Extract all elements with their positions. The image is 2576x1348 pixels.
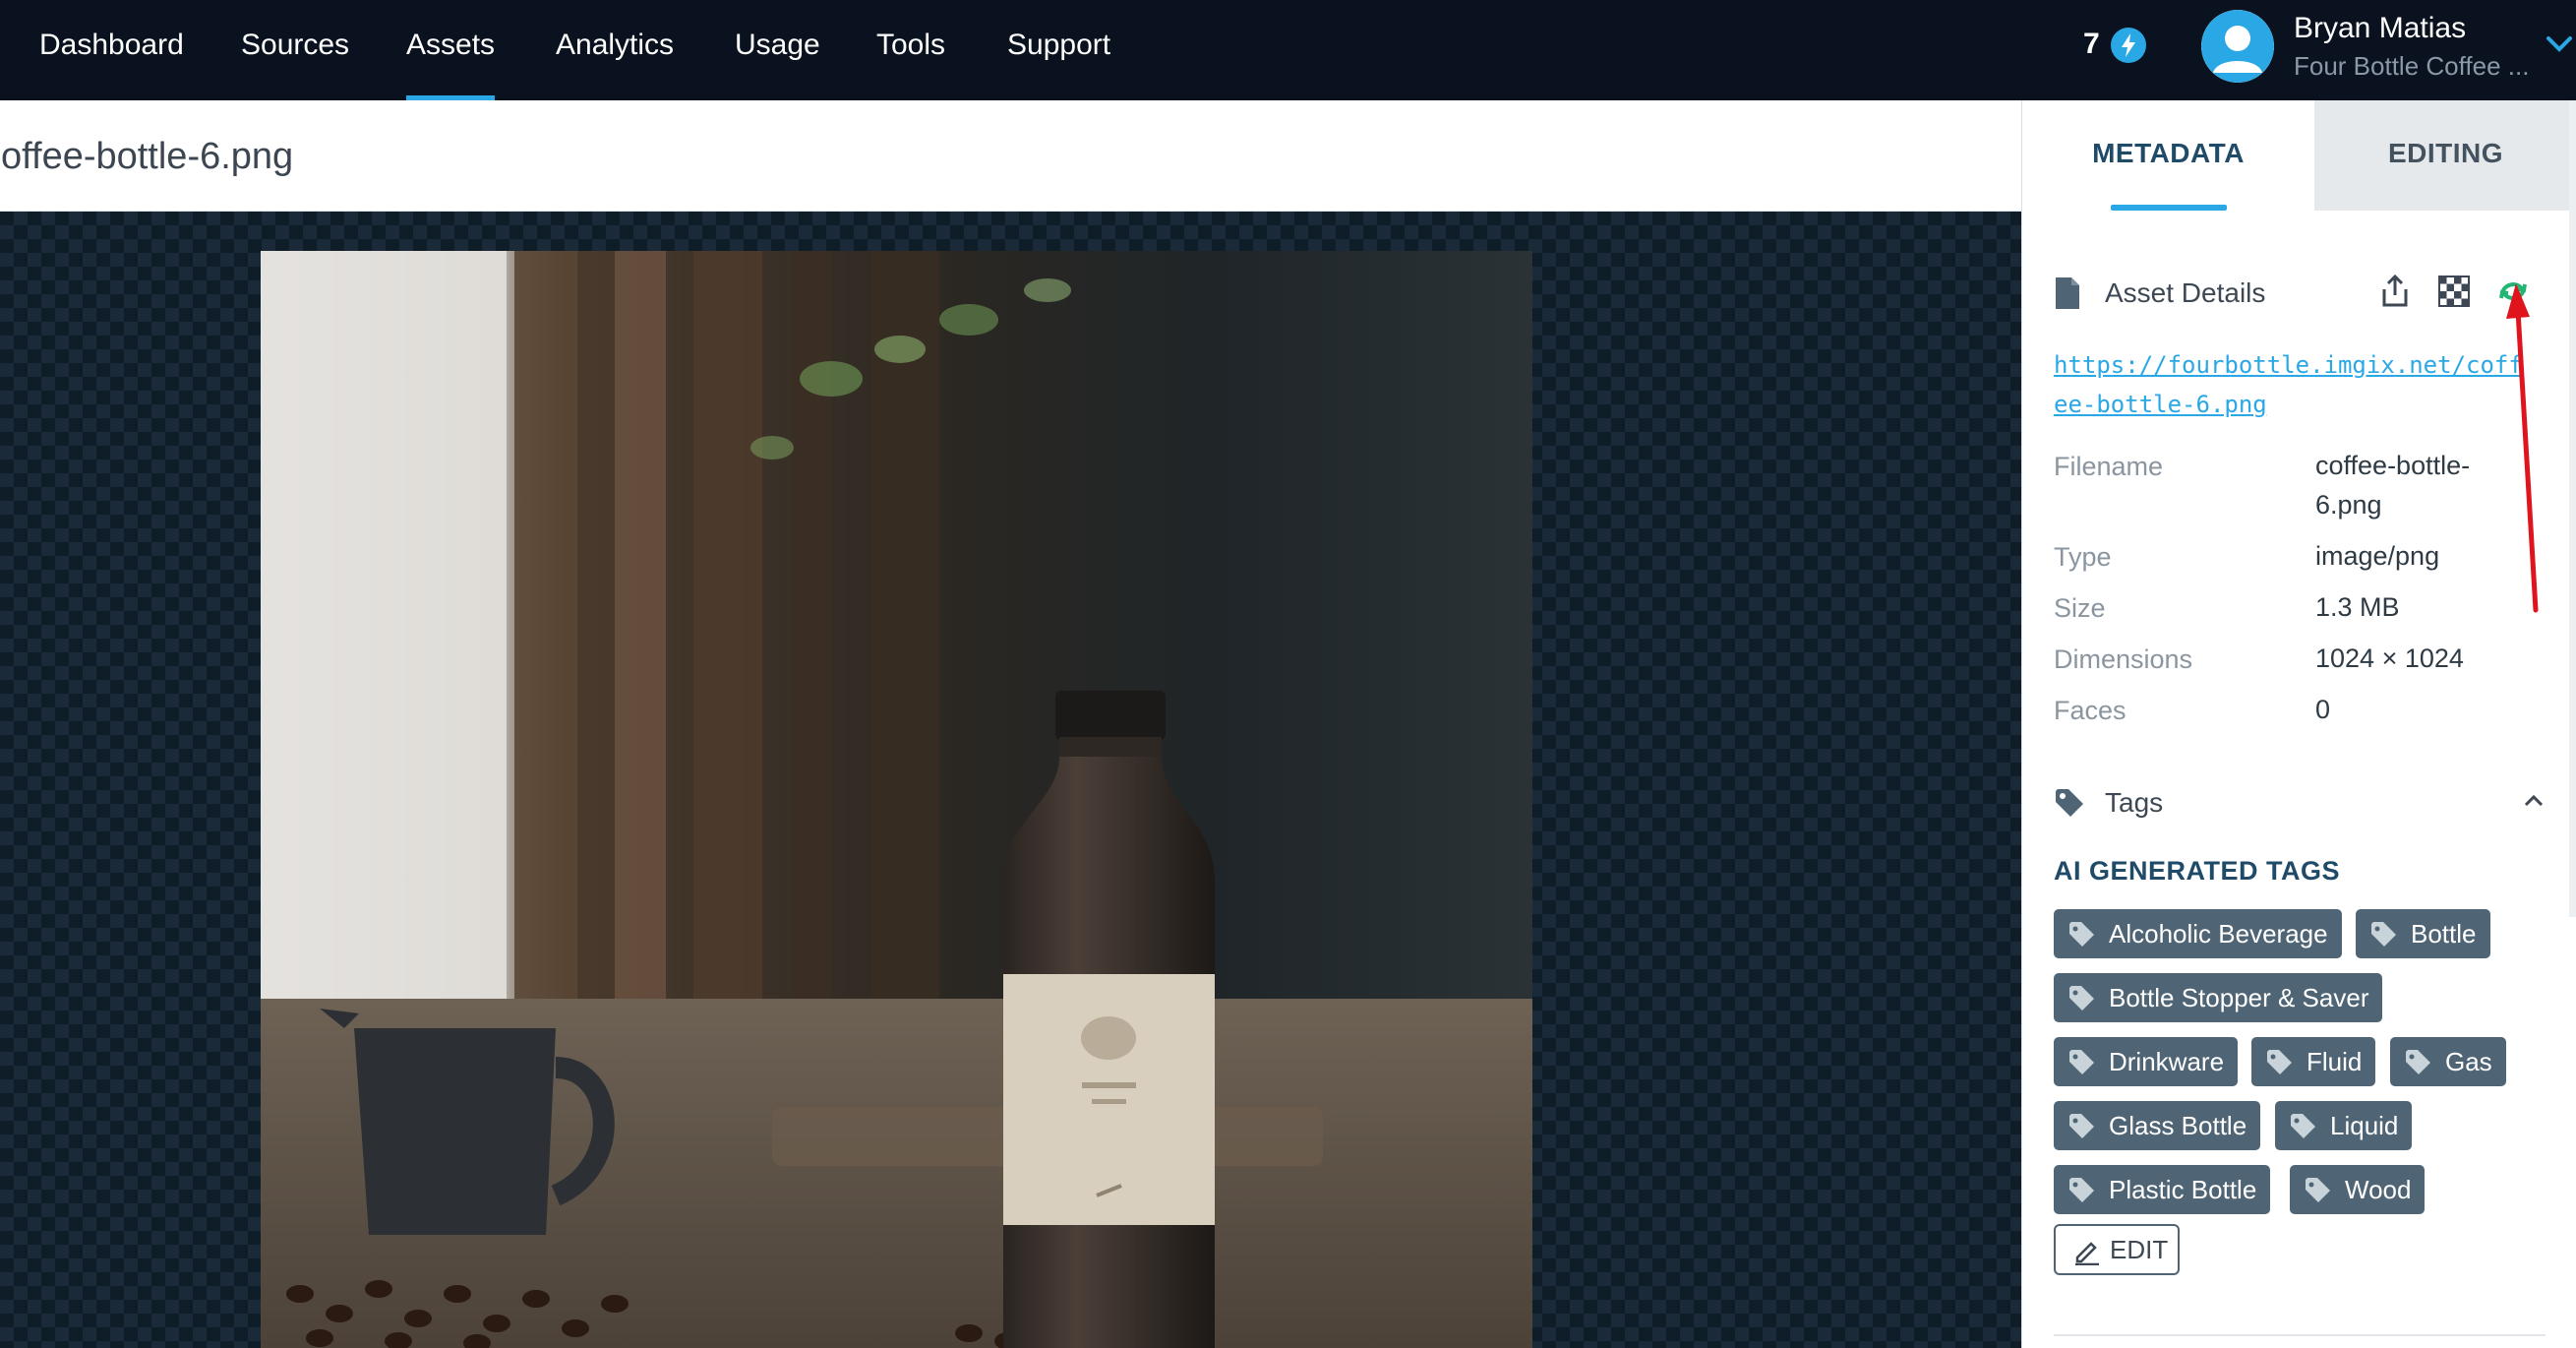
tag-chip-label: Alcoholic Beverage <box>2109 919 2328 949</box>
dimensions-label: Dimensions <box>2054 644 2193 674</box>
tag-icon <box>2069 1050 2094 1074</box>
tag-chip-label: Drinkware <box>2109 1047 2225 1076</box>
faces-value: 0 <box>2315 695 2331 724</box>
type-label: Type <box>2054 542 2112 572</box>
asset-details-heading: Asset Details <box>2105 277 2266 308</box>
tag-chip-bottle[interactable]: Bottle <box>2356 909 2490 958</box>
share-icon[interactable] <box>2378 274 2412 314</box>
tag-icon <box>2054 787 2085 824</box>
file-icon <box>2054 276 2081 316</box>
asset-url-link[interactable]: https://fourbottle.imgix.net/coffee-bott… <box>2054 345 2526 424</box>
tag-chip-label: Liquid <box>2330 1111 2399 1140</box>
nav-tools[interactable]: Tools <box>876 0 945 100</box>
asset-details-header: Asset Details <box>2054 274 2546 313</box>
tag-chip-wood[interactable]: Wood <box>2290 1165 2426 1214</box>
tag-icon <box>2069 986 2094 1011</box>
lightning-icon[interactable] <box>2111 28 2146 63</box>
tag-chip-label: Wood <box>2345 1175 2412 1204</box>
nav-analytics[interactable]: Analytics <box>556 0 674 100</box>
tag-chip-alcoholic-beverage[interactable]: Alcoholic Beverage <box>2054 909 2342 958</box>
tag-icon <box>2371 922 2396 947</box>
chevron-down-icon[interactable] <box>2543 30 2576 59</box>
tag-icon <box>2267 1050 2292 1074</box>
avatar[interactable] <box>2201 10 2274 83</box>
checkerboard-icon[interactable] <box>2437 274 2471 314</box>
user-name[interactable]: Bryan Matias <box>2294 12 2466 45</box>
tag-chip-label: Gas <box>2445 1047 2492 1076</box>
size-label: Size <box>2054 593 2106 623</box>
ai-generated-tags-label: AI GENERATED TAGS <box>2054 856 2341 886</box>
image-canvas[interactable] <box>0 212 2021 1348</box>
chevron-up-icon[interactable] <box>2522 791 2546 816</box>
faces-label: Faces <box>2054 696 2127 725</box>
tag-chip-plastic-bottle[interactable]: Plastic Bottle <box>2054 1165 2271 1214</box>
tab-metadata[interactable]: METADATA <box>2022 100 2314 211</box>
tag-icon <box>2291 1114 2315 1138</box>
top-navigation: Dashboard Sources Assets Analytics Usage… <box>0 0 2576 100</box>
tag-icon <box>2069 922 2094 947</box>
tag-chip-label: Bottle Stopper & Saver <box>2109 983 2369 1012</box>
tag-icon <box>2406 1050 2430 1074</box>
tag-chip-label: Bottle <box>2411 919 2477 949</box>
credits-count[interactable]: 7 <box>2083 28 2100 61</box>
asset-title: coffee-bottle-6.png <box>0 136 294 177</box>
nav-sources[interactable]: Sources <box>241 0 349 100</box>
nav-dashboard[interactable]: Dashboard <box>39 0 184 100</box>
tag-chip-fluid[interactable]: Fluid <box>2251 1037 2376 1086</box>
tag-chip-label: Fluid <box>2306 1047 2363 1076</box>
user-org[interactable]: Four Bottle Coffee ... <box>2294 51 2529 82</box>
nav-assets[interactable]: Assets <box>406 0 496 100</box>
annotation-arrow <box>2506 283 2539 613</box>
tag-chip-drinkware[interactable]: Drinkware <box>2054 1037 2239 1086</box>
tag-chip-label: Glass Bottle <box>2109 1111 2247 1140</box>
tags-heading: Tags <box>2105 787 2164 818</box>
edit-button-label: EDIT <box>2110 1235 2169 1264</box>
tag-chip-bottle-stopper-saver[interactable]: Bottle Stopper & Saver <box>2054 973 2383 1022</box>
asset-preview-image <box>261 251 1532 1348</box>
asset-title-bar: coffee-bottle-6.png <box>0 100 2021 212</box>
edit-tags-button[interactable]: EDIT <box>2054 1224 2180 1275</box>
tags-header[interactable]: Tags <box>2054 783 2546 823</box>
tag-chip-liquid[interactable]: Liquid <box>2275 1101 2413 1150</box>
tag-chip-gas[interactable]: Gas <box>2390 1037 2506 1086</box>
tag-icon <box>2069 1178 2094 1202</box>
filename-label: Filename <box>2054 452 2164 481</box>
divider <box>2054 1334 2546 1336</box>
tag-icon <box>2069 1114 2094 1138</box>
pencil-icon <box>2075 1242 2099 1265</box>
tag-chip-label: Plastic Bottle <box>2109 1175 2257 1204</box>
dimensions-value: 1024 × 1024 <box>2315 643 2464 673</box>
asset-sidebar: METADATA EDITING Asset Details https://f… <box>2021 100 2576 1348</box>
nav-usage[interactable]: Usage <box>735 0 820 100</box>
tag-chip-glass-bottle[interactable]: Glass Bottle <box>2054 1101 2261 1150</box>
tab-editing[interactable]: EDITING <box>2314 100 2576 211</box>
nav-support[interactable]: Support <box>1007 0 1110 100</box>
sidebar-scrollbar[interactable] <box>2569 100 2576 917</box>
tag-icon <box>2306 1178 2330 1202</box>
